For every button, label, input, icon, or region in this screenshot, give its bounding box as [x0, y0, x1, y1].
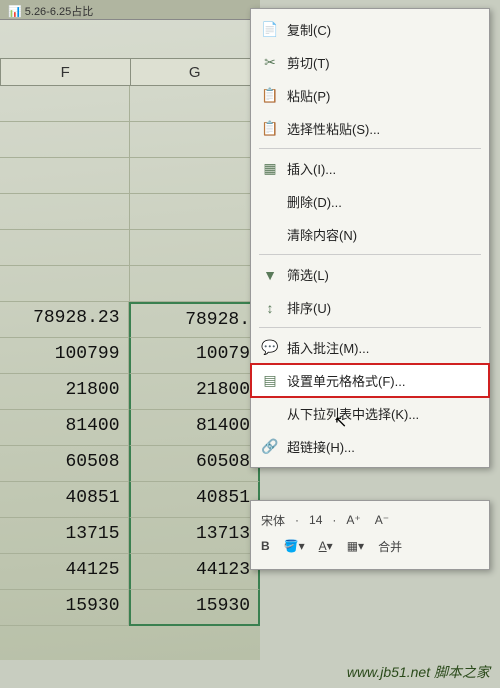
menu-sort[interactable]: ↕排序(U): [251, 291, 489, 324]
merge-button[interactable]: 合并: [374, 536, 406, 557]
cell[interactable]: 13715: [0, 518, 129, 554]
cell[interactable]: [130, 266, 260, 302]
cell[interactable]: [0, 266, 130, 302]
sort-icon: ↕: [259, 299, 281, 317]
comment-icon: 💬: [259, 339, 281, 357]
sheet-tab[interactable]: 📊 5.26-6.25占比: [8, 6, 93, 18]
menu-separator: [259, 148, 481, 149]
bold-button[interactable]: B: [257, 537, 274, 555]
increase-font-button[interactable]: A⁺: [342, 511, 364, 529]
copy-icon: 📄: [259, 21, 281, 39]
menu-paste[interactable]: 📋粘贴(P): [251, 79, 489, 112]
insert-icon: ▦: [259, 160, 281, 178]
cell[interactable]: 78928.: [129, 302, 261, 338]
sheet-tab-bar: 📊 5.26-6.25占比: [0, 0, 260, 20]
menu-paste-special[interactable]: 📋选择性粘贴(S)...: [251, 112, 489, 145]
cell[interactable]: 21800: [0, 374, 129, 410]
cell[interactable]: [130, 86, 260, 122]
cell[interactable]: 81400: [129, 410, 261, 446]
border-button[interactable]: ▦▾: [343, 537, 368, 555]
cell[interactable]: [130, 194, 260, 230]
cell[interactable]: 100799: [0, 338, 129, 374]
mini-toolbar: 宋体 · 14 · A⁺ A⁻ B 🪣▾ A▾ ▦▾ 合并: [250, 500, 490, 570]
cell[interactable]: 10079: [129, 338, 261, 374]
cell[interactable]: 81400: [0, 410, 129, 446]
cell[interactable]: [0, 122, 130, 158]
blank-icon: [259, 226, 281, 244]
cells-grid: 78928.2378928. 10079910079 2180021800 81…: [0, 86, 260, 660]
column-header-f[interactable]: F: [0, 58, 131, 86]
format-icon: ▤: [259, 372, 281, 390]
cell[interactable]: 44123: [129, 554, 261, 590]
paste-icon: 📋: [259, 87, 281, 105]
watermark: www.jb51.net 脚本之家: [347, 662, 490, 682]
cell[interactable]: 40851: [0, 482, 129, 518]
menu-copy[interactable]: 📄复制(C): [251, 13, 489, 46]
context-menu: 📄复制(C) ✂剪切(T) 📋粘贴(P) 📋选择性粘贴(S)... ▦插入(I)…: [250, 8, 490, 468]
cell[interactable]: 44125: [0, 554, 129, 590]
cell[interactable]: 78928.23: [0, 302, 129, 338]
paste-special-icon: 📋: [259, 120, 281, 138]
fill-color-button[interactable]: 🪣▾: [280, 537, 309, 555]
font-selector[interactable]: 宋体: [257, 510, 289, 531]
cell[interactable]: 21800: [129, 374, 261, 410]
cell[interactable]: [130, 230, 260, 266]
cell[interactable]: 60508: [129, 446, 261, 482]
menu-cut[interactable]: ✂剪切(T): [251, 46, 489, 79]
cell[interactable]: 60508: [0, 446, 129, 482]
column-headers: F G: [0, 58, 260, 86]
cut-icon: ✂: [259, 54, 281, 72]
font-color-button[interactable]: A▾: [315, 537, 337, 555]
blank-icon: [259, 193, 281, 211]
menu-filter[interactable]: ▼筛选(L): [251, 258, 489, 291]
cell[interactable]: [0, 86, 130, 122]
menu-hyperlink[interactable]: 🔗超链接(H)...: [251, 430, 489, 463]
menu-dropdown-list[interactable]: 从下拉列表中选择(K)...: [251, 397, 489, 430]
cell[interactable]: 15930: [129, 590, 261, 626]
cell[interactable]: [0, 194, 130, 230]
blank-icon: [259, 405, 281, 423]
cell[interactable]: [130, 122, 260, 158]
menu-separator: [259, 327, 481, 328]
menu-delete[interactable]: 删除(D)...: [251, 185, 489, 218]
cell[interactable]: 13713: [129, 518, 261, 554]
cell[interactable]: 40851: [129, 482, 261, 518]
menu-format-cells[interactable]: ▤设置单元格格式(F)...: [251, 364, 489, 397]
font-size-selector[interactable]: 14: [305, 511, 326, 529]
column-header-g[interactable]: G: [131, 58, 261, 86]
cell[interactable]: [130, 158, 260, 194]
cell[interactable]: [0, 158, 130, 194]
cell[interactable]: [0, 230, 130, 266]
spreadsheet-area: 📊 5.26-6.25占比 F G 78928.2378928. 1007991…: [0, 0, 260, 660]
filter-icon: ▼: [259, 266, 281, 284]
hyperlink-icon: 🔗: [259, 438, 281, 456]
menu-insert[interactable]: ▦插入(I)...: [251, 152, 489, 185]
decrease-font-button[interactable]: A⁻: [371, 511, 393, 529]
menu-insert-comment[interactable]: 💬插入批注(M)...: [251, 331, 489, 364]
cell[interactable]: 15930: [0, 590, 129, 626]
menu-separator: [259, 254, 481, 255]
menu-clear[interactable]: 清除内容(N): [251, 218, 489, 251]
